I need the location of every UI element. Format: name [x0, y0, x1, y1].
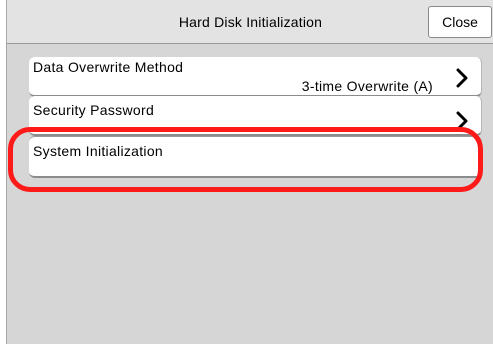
security-password-item[interactable]: Security Password	[29, 96, 482, 136]
page-title: Hard Disk Initialization	[178, 14, 323, 30]
data-overwrite-method-item[interactable]: Data Overwrite Method 3-time Overwrite (…	[29, 57, 482, 97]
close-button[interactable]: Close	[428, 6, 492, 38]
chevron-right-icon	[456, 68, 468, 88]
item-value: 3-time Overwrite (A)	[301, 78, 433, 94]
chevron-right-icon	[456, 111, 468, 131]
item-label: System Initialization	[33, 143, 164, 159]
item-label: Data Overwrite Method	[33, 59, 184, 75]
system-initialization-item[interactable]: System Initialization	[29, 136, 482, 178]
title-bar: Hard Disk Initialization Close	[7, 0, 493, 44]
item-label: Security Password	[33, 102, 155, 118]
hard-disk-initialization-screen: Hard Disk Initialization Close Data Over…	[6, 0, 493, 344]
